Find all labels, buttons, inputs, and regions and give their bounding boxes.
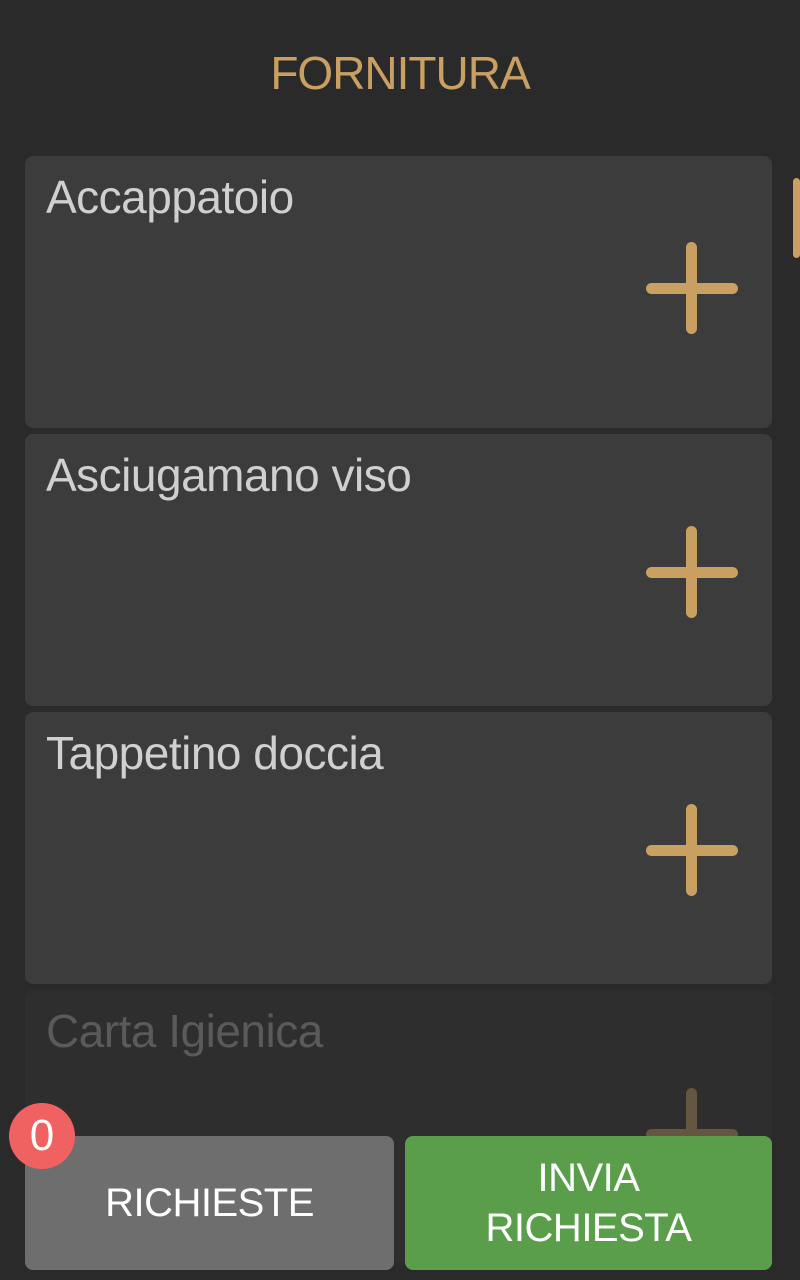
send-label-line1: INVIA: [537, 1156, 640, 1200]
item-label: Carta Igienica: [46, 1005, 323, 1057]
supply-item-accappatoio[interactable]: Accappatoio: [25, 156, 772, 428]
plus-icon[interactable]: [646, 242, 738, 334]
item-label: Accappatoio: [46, 171, 294, 223]
scrollbar-thumb[interactable]: [793, 178, 800, 258]
plus-icon[interactable]: [646, 526, 738, 618]
item-label: Tappetino doccia: [46, 727, 384, 779]
supply-item-tappetino-doccia[interactable]: Tappetino doccia: [25, 712, 772, 984]
send-label-line2: RICHIESTA: [485, 1206, 692, 1250]
supplies-screen: FORNITURA Accappatoio Asciugamano viso T…: [0, 0, 800, 1280]
page-title: FORNITURA: [270, 47, 530, 99]
requests-count-badge: 0: [9, 1103, 75, 1169]
header: FORNITURA: [0, 0, 800, 150]
requests-button[interactable]: RICHIESTE: [25, 1136, 394, 1270]
item-label: Asciugamano viso: [46, 449, 412, 501]
bottom-bar: RICHIESTE INVIA RICHIESTA: [0, 1120, 800, 1280]
requests-button-label: RICHIESTE: [105, 1181, 314, 1225]
send-request-label: INVIA RICHIESTA: [486, 1153, 692, 1253]
plus-icon[interactable]: [646, 804, 738, 896]
send-request-button[interactable]: INVIA RICHIESTA: [405, 1136, 772, 1270]
supply-item-asciugamano-viso[interactable]: Asciugamano viso: [25, 434, 772, 706]
